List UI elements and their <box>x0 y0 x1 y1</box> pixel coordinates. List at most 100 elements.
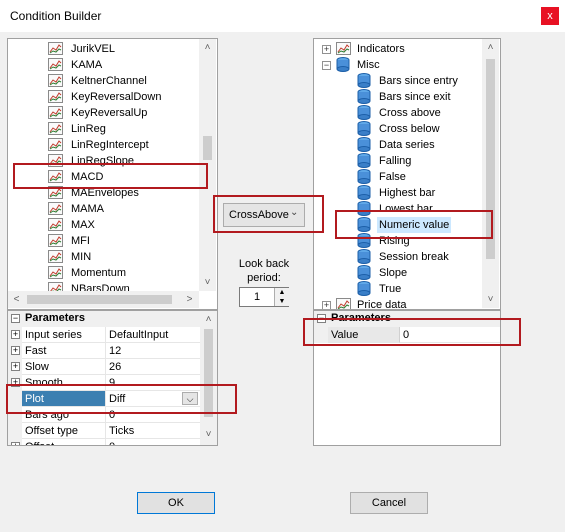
tree-item-keyreversalup[interactable]: KeyReversalUp <box>48 105 198 121</box>
spin-up-button[interactable]: ▲ <box>274 288 289 297</box>
tree-item-cross-below[interactable]: Cross below <box>354 121 484 137</box>
param-row-offset[interactable]: +Offset0 <box>8 439 200 445</box>
param-row-slow[interactable]: + Slow 26 <box>8 359 200 375</box>
cancel-button[interactable]: Cancel <box>350 492 428 514</box>
scroll-up-icon[interactable]: ˄ <box>199 39 216 56</box>
tree-node-price-data[interactable]: + Price data <box>320 297 490 310</box>
tree-item-highest-bar[interactable]: Highest bar <box>354 185 484 201</box>
tree-item-label: MAX <box>71 219 95 231</box>
param-row-fast[interactable]: + Fast 12 <box>8 343 200 359</box>
indicator-chart-icon <box>336 42 351 55</box>
parameters-header: − Parameters <box>8 311 200 327</box>
param-name: Offset <box>22 439 106 445</box>
right-tree-vscrollbar[interactable]: ˄ ˅ <box>482 39 499 308</box>
expand-icon[interactable]: + <box>11 442 20 445</box>
tree-node-label: Indicators <box>357 43 405 55</box>
param-value[interactable]: DefaultInput <box>106 327 200 343</box>
scroll-left-icon[interactable]: < <box>8 291 25 308</box>
window-title: Condition Builder <box>10 9 102 23</box>
tree-item-label: KeltnerChannel <box>71 75 147 87</box>
expand-icon[interactable]: + <box>11 330 20 339</box>
tree-item-label: Bars since entry <box>379 75 458 87</box>
tree-item-label: LinRegIntercept <box>71 139 149 151</box>
scroll-up-icon[interactable]: ˄ <box>200 311 217 328</box>
expand-icon[interactable]: + <box>11 362 20 371</box>
condition-tree[interactable]: + Indicators − Misc Bars since entry Bars sin… <box>313 38 501 310</box>
param-row-offset-type[interactable]: Offset type Ticks <box>8 423 200 439</box>
tree-item-label: False <box>379 171 406 183</box>
tree-item-momentum[interactable]: Momentum <box>48 265 198 281</box>
indicator-chart-icon <box>48 138 63 151</box>
tree-item-bars-since-exit[interactable]: Bars since exit <box>354 89 484 105</box>
database-icon <box>336 57 350 72</box>
scroll-thumb[interactable] <box>203 136 212 160</box>
tree-node-misc[interactable]: − Misc <box>320 57 490 73</box>
indicator-chart-icon <box>48 74 63 87</box>
tree-item-kama[interactable]: KAMA <box>48 57 198 73</box>
indicator-chart-icon <box>48 122 63 135</box>
ok-button-label: OK <box>168 497 184 509</box>
params-vscrollbar[interactable]: ˄ ˅ <box>200 311 217 445</box>
highlight-value <box>303 318 521 346</box>
tree-item-true[interactable]: True <box>354 281 484 297</box>
tree-item-bars-since-entry[interactable]: Bars since entry <box>354 73 484 89</box>
tree-item-linregintercept[interactable]: LinRegIntercept <box>48 137 198 153</box>
tree-item-keltnerchannel[interactable]: KeltnerChannel <box>48 73 198 89</box>
scroll-down-icon[interactable]: ˅ <box>199 274 216 291</box>
tree-item-falling[interactable]: Falling <box>354 153 484 169</box>
scroll-up-icon[interactable]: ˄ <box>482 39 499 56</box>
collapse-icon[interactable]: − <box>322 61 331 70</box>
tree-item-label: Highest bar <box>379 187 436 199</box>
collapse-icon[interactable]: − <box>11 314 20 323</box>
tree-item-linreg[interactable]: LinReg <box>48 121 198 137</box>
left-tree-hscrollbar[interactable]: < > <box>8 291 199 308</box>
ok-button[interactable]: OK <box>137 492 215 514</box>
database-icon <box>357 265 371 280</box>
expand-icon[interactable]: + <box>322 301 331 309</box>
tree-item-cross-above[interactable]: Cross above <box>354 105 484 121</box>
param-value[interactable]: 0 <box>106 439 200 445</box>
tree-item-label: LinReg <box>71 123 106 135</box>
tree-item-max[interactable]: MAX <box>48 217 198 233</box>
tree-item-label: Momentum <box>71 267 127 279</box>
tree-node-label: Price data <box>357 299 407 310</box>
tree-item-keyreversaldown[interactable]: KeyReversalDown <box>48 89 198 105</box>
param-value[interactable]: 26 <box>106 359 200 375</box>
tree-item-slope[interactable]: Slope <box>354 265 484 281</box>
expand-icon[interactable]: + <box>322 45 331 54</box>
tree-item-label: Session break <box>379 251 449 263</box>
spin-down-button[interactable]: ▼ <box>274 297 289 306</box>
scroll-right-icon[interactable]: > <box>181 291 198 308</box>
param-value-text: 26 <box>109 361 122 373</box>
scroll-thumb[interactable] <box>27 295 172 304</box>
tree-item-label: JurikVEL <box>71 43 116 55</box>
close-button[interactable]: x <box>541 7 559 25</box>
param-value[interactable]: Ticks <box>106 423 200 439</box>
tree-item-data-series[interactable]: Data series <box>354 137 484 153</box>
scroll-down-icon[interactable]: ˅ <box>482 291 499 308</box>
database-icon <box>357 73 371 88</box>
tree-item-session-break[interactable]: Session break <box>354 249 484 265</box>
expand-icon[interactable]: + <box>11 346 20 355</box>
tree-item-label: MIN <box>71 251 92 263</box>
tree-item-false[interactable]: False <box>354 169 484 185</box>
param-name: Offset type <box>22 423 106 439</box>
tree-item-mama[interactable]: MAMA <box>48 201 198 217</box>
database-icon <box>357 153 371 168</box>
param-row-input-series[interactable]: + Input series DefaultInput <box>8 327 200 343</box>
cancel-button-label: Cancel <box>371 497 407 509</box>
database-icon <box>357 137 371 152</box>
param-value[interactable]: 12 <box>106 343 200 359</box>
tree-item-mfi[interactable]: MFI <box>48 233 198 249</box>
lookback-spinner[interactable]: 1 ▲ ▼ <box>239 287 289 307</box>
param-gutter <box>8 423 22 439</box>
indicator-chart-icon <box>48 202 63 215</box>
tree-item-min[interactable]: MIN <box>48 249 198 265</box>
indicator-chart-icon <box>48 234 63 247</box>
tree-item-jurikvel[interactable]: JurikVEL <box>48 41 198 57</box>
scroll-down-icon[interactable]: ˅ <box>200 426 217 443</box>
database-icon <box>357 185 371 200</box>
tree-node-indicators[interactable]: + Indicators <box>320 41 490 57</box>
database-icon <box>357 121 371 136</box>
param-value-text: DefaultInput <box>109 329 169 341</box>
